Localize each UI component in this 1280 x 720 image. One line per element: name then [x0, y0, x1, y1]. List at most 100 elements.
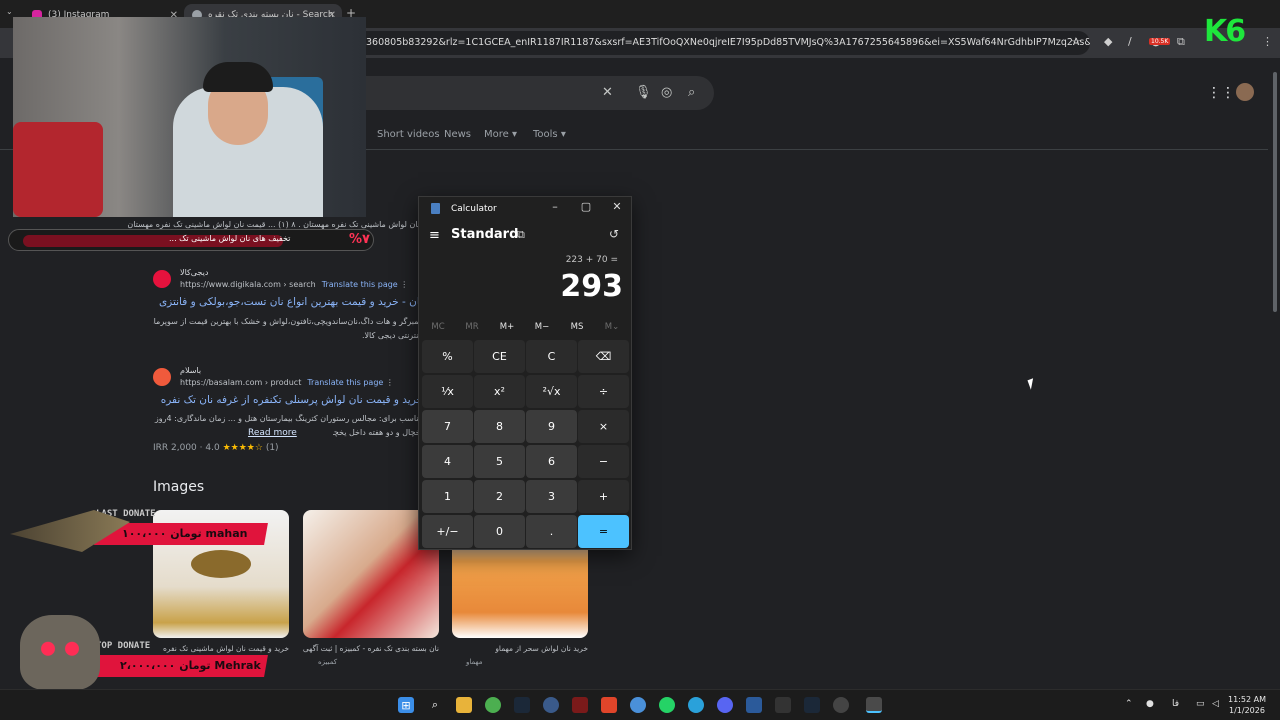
- image-caption[interactable]: خرید و قیمت نان لواش ماشینی تک نفره: [153, 644, 289, 653]
- avatar[interactable]: [1236, 83, 1254, 101]
- file-explorer-icon[interactable]: [456, 697, 472, 713]
- digit-5-key[interactable]: 5: [474, 445, 525, 478]
- memory-subtract-button[interactable]: M−: [527, 322, 557, 332]
- close-button[interactable]: ✕: [607, 200, 627, 213]
- digit-9-key[interactable]: 9: [526, 410, 577, 443]
- search-icon[interactable]: ⌕: [688, 85, 695, 100]
- app-icon[interactable]: [775, 697, 791, 713]
- whatsapp-icon[interactable]: [659, 697, 675, 713]
- memory-clear-button[interactable]: MC: [423, 322, 453, 332]
- search-result-digikala: دیجی‌کالا https://www.digikala.com › sea…: [153, 268, 423, 348]
- network-icon[interactable]: ▭: [1196, 699, 1205, 709]
- search-icon[interactable]: ⌕: [427, 697, 443, 713]
- percent-key[interactable]: %: [422, 340, 473, 373]
- image-source: کمبیزه: [318, 658, 338, 666]
- image-caption[interactable]: نان بسته بندی تک نفره - کمبیزه | ثبت آگه…: [303, 644, 439, 653]
- add-key[interactable]: +: [578, 480, 629, 513]
- backspace-key[interactable]: ⌫: [578, 340, 629, 373]
- search-input[interactable]: ✕ 🎙 ◎ ⌕: [350, 76, 714, 110]
- clear-entry-key[interactable]: CE: [474, 340, 525, 373]
- result-title[interactable]: خرید و قیمت نان لواش پرسنلی تکنفره از غر…: [153, 394, 423, 406]
- bookmark-star-icon[interactable]: ☆: [1071, 35, 1081, 48]
- windows-start-icon[interactable]: ⊞: [398, 697, 414, 713]
- tab-search-icon[interactable]: ⌄: [6, 7, 13, 16]
- discord-icon[interactable]: [717, 697, 733, 713]
- app-icon[interactable]: [630, 697, 646, 713]
- result-title[interactable]: نان - خرید و قیمت بهترین انواع نان تست،ج…: [153, 296, 423, 308]
- telegram-icon[interactable]: [688, 697, 704, 713]
- clock-date: 1/1/2026: [1229, 706, 1265, 715]
- app-icon[interactable]: [746, 697, 762, 713]
- promo-percent: %۷: [349, 232, 370, 247]
- digit-3-key[interactable]: 3: [526, 480, 577, 513]
- maximize-button[interactable]: ▢: [576, 200, 596, 213]
- read-more-link[interactable]: Read more: [248, 428, 297, 438]
- chrome-icon[interactable]: [485, 697, 501, 713]
- multiply-key[interactable]: ×: [578, 410, 629, 443]
- calculator-window: Calculator – ▢ ✕ ≡ Standard ⧉ ↺ 223 + 70…: [418, 196, 632, 550]
- steam-icon[interactable]: [514, 697, 530, 713]
- divide-key[interactable]: ÷: [578, 375, 629, 408]
- lens-icon[interactable]: ◎: [661, 85, 672, 100]
- extension-icon[interactable]: /: [1128, 35, 1132, 48]
- steam-icon[interactable]: [804, 697, 820, 713]
- square-root-key[interactable]: ²√x: [526, 375, 577, 408]
- app-icon[interactable]: [572, 697, 588, 713]
- decimal-key[interactable]: .: [526, 515, 577, 548]
- filter-more[interactable]: More ▾: [484, 129, 517, 140]
- translate-link[interactable]: Translate this page: [322, 280, 398, 289]
- translate-link[interactable]: Translate this page: [307, 378, 383, 387]
- memory-recall-button[interactable]: MR: [457, 322, 487, 332]
- digit-1-key[interactable]: 1: [422, 480, 473, 513]
- app-icon[interactable]: [833, 697, 849, 713]
- google-apps-icon[interactable]: ⋮⋮: [1207, 85, 1235, 101]
- digit-4-key[interactable]: 4: [422, 445, 473, 478]
- menu-dots-icon[interactable]: ⋮: [1262, 35, 1273, 48]
- history-icon[interactable]: ↺: [609, 227, 619, 241]
- webcam-overlay: [13, 17, 366, 217]
- brave-icon[interactable]: [601, 697, 617, 713]
- language-indicator[interactable]: فا: [1172, 699, 1179, 709]
- app-icon[interactable]: [543, 697, 559, 713]
- minimize-button[interactable]: –: [545, 200, 565, 213]
- image-caption[interactable]: خرید نان لواش سحر از مهماو: [452, 644, 588, 653]
- keep-on-top-icon[interactable]: ⧉: [517, 228, 525, 242]
- address-bar[interactable]: 360805b83292&rlz=1C1GCEA_enIR1187IR1187&…: [300, 31, 1090, 55]
- result-url[interactable]: https://basalam.com › product Translate t…: [180, 378, 394, 387]
- extension-icon[interactable]: ◆: [1104, 35, 1112, 48]
- filter-tools[interactable]: Tools ▾: [533, 129, 566, 140]
- digit-8-key[interactable]: 8: [474, 410, 525, 443]
- filter-short-videos[interactable]: Short videos: [377, 129, 440, 140]
- negate-key[interactable]: +/−: [422, 515, 473, 548]
- rating-stars: ★★★★☆: [222, 443, 263, 453]
- digit-2-key[interactable]: 2: [474, 480, 525, 513]
- volume-icon[interactable]: ◁: [1212, 699, 1219, 709]
- hamburger-menu-icon[interactable]: ≡: [429, 228, 440, 243]
- equals-key[interactable]: =: [578, 515, 629, 548]
- result-url[interactable]: https://www.digikala.com › search Transla…: [180, 280, 408, 289]
- filter-news[interactable]: News: [444, 129, 471, 140]
- microphone-icon[interactable]: ●: [1146, 699, 1154, 709]
- tray-overflow-icon[interactable]: ⌃: [1125, 699, 1133, 709]
- puzzle-icon[interactable]: ⧉: [1177, 35, 1185, 49]
- digit-0-key[interactable]: 0: [474, 515, 525, 548]
- taskbar-clock[interactable]: 11:52 AM 1/1/2026: [1228, 694, 1266, 716]
- top-donate-label: TOP DONATE: [96, 641, 151, 651]
- memory-add-button[interactable]: M+: [492, 322, 522, 332]
- calculator-taskbar-icon[interactable]: [866, 697, 882, 713]
- result-url-text: https://www.digikala.com › search: [180, 280, 316, 289]
- clear-icon[interactable]: ✕: [602, 85, 613, 100]
- subtract-key[interactable]: −: [578, 445, 629, 478]
- memory-store-button[interactable]: MS: [562, 322, 592, 332]
- scrollbar-thumb[interactable]: [1273, 72, 1277, 312]
- calculator-display: 293: [560, 269, 623, 304]
- memory-list-button[interactable]: M⌄: [597, 322, 627, 332]
- desktop: ⌄ (3) Instagram ✕ Search - نان بسته بندی…: [0, 0, 1280, 720]
- square-key[interactable]: x²: [474, 375, 525, 408]
- reciprocal-key[interactable]: ¹⁄x: [422, 375, 473, 408]
- microphone-icon[interactable]: 🎙: [635, 85, 652, 100]
- digit-6-key[interactable]: 6: [526, 445, 577, 478]
- clock-time: 11:52 AM: [1228, 695, 1266, 704]
- clear-key[interactable]: C: [526, 340, 577, 373]
- digit-7-key[interactable]: 7: [422, 410, 473, 443]
